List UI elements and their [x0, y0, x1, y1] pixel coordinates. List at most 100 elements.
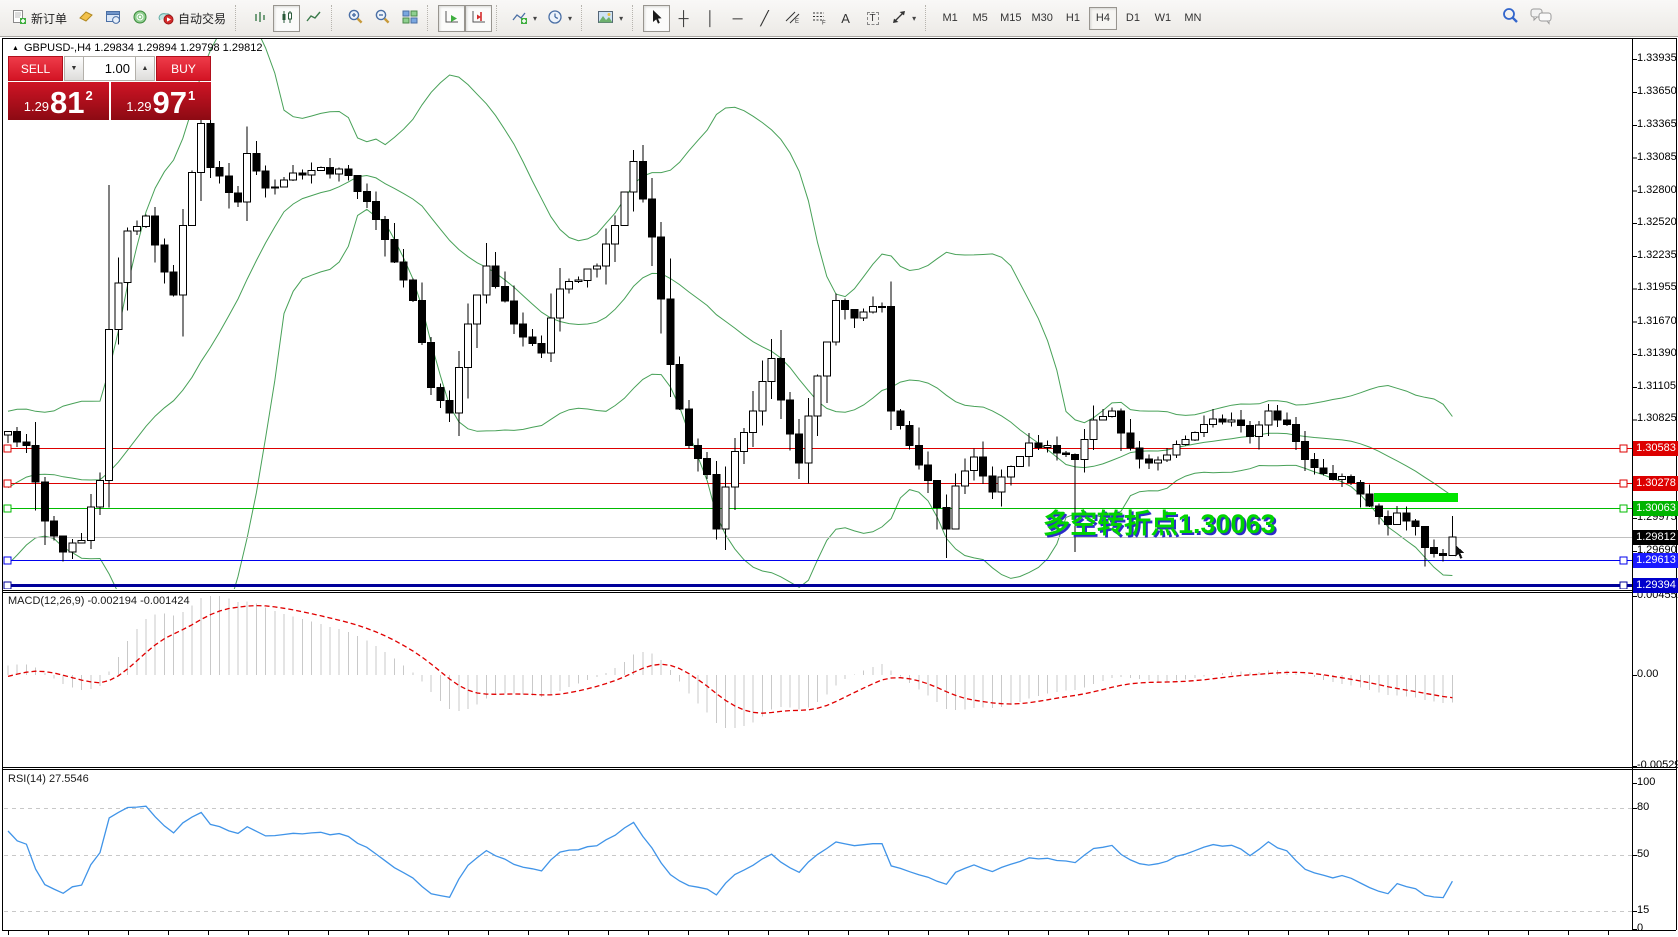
zoom-in-button[interactable]: [342, 5, 369, 32]
timeframe-button-d1[interactable]: D1: [1119, 7, 1147, 30]
buy-price-display[interactable]: 1.29 97 1: [111, 82, 212, 120]
timeframe-button-m15[interactable]: M15: [996, 7, 1025, 30]
cursor-icon: [649, 9, 664, 28]
chat-icon[interactable]: [1530, 7, 1552, 30]
line-chart-mode-button[interactable]: [300, 5, 327, 32]
toolbar-separator: [235, 5, 242, 31]
equidistant-channel-icon: E: [784, 9, 800, 28]
axis-tick-label: 0: [1637, 922, 1678, 935]
trendline-tool-button[interactable]: ╱: [751, 5, 778, 32]
periods-button[interactable]: ▾: [542, 5, 577, 32]
sell-price-display[interactable]: 1.29 81 2: [8, 82, 109, 120]
price-tag-label: 1.30278: [1633, 476, 1678, 491]
buy-button[interactable]: BUY: [156, 56, 211, 81]
fibonacci-tool-button[interactable]: F: [805, 5, 832, 32]
one-click-trading-panel: SELL ▼ 1.00 ▲ BUY 1.29 81 2 1.29 97 1: [8, 56, 211, 120]
timeframe-button-w1[interactable]: W1: [1149, 7, 1177, 30]
toolbar-separator: [925, 5, 932, 31]
rsi-indicator-label: RSI(14) 27.5546: [8, 773, 89, 785]
axis-tick-label: 1.32235: [1637, 249, 1678, 262]
toolbar-separator: [496, 5, 503, 31]
crosshair-icon: ┼: [679, 11, 689, 25]
volume-increase-button[interactable]: ▲: [135, 56, 155, 81]
cursor-tool-button[interactable]: [643, 5, 670, 32]
chart-symbol-label[interactable]: ▲ GBPUSD-,H4 1.29834 1.29894 1.29798 1.2…: [12, 42, 262, 54]
navigator-button[interactable]: [126, 5, 153, 32]
timeframe-button-h4[interactable]: H4: [1089, 7, 1117, 30]
tile-windows-button[interactable]: [396, 5, 423, 32]
axis-tick-label: 100: [1637, 776, 1678, 789]
autotrading-label: 自动交易: [178, 10, 226, 27]
autotrading-button[interactable]: 自动交易: [153, 5, 231, 32]
new-order-button[interactable]: 新订单: [6, 5, 72, 32]
text-tool-button[interactable]: A: [832, 5, 859, 32]
sell-price-point: 2: [86, 88, 93, 103]
auto-scroll-button[interactable]: [438, 5, 465, 32]
text-label-icon: T: [867, 12, 879, 25]
data-window-button[interactable]: [99, 5, 126, 32]
horizontal-line-tool-button[interactable]: ─: [724, 5, 751, 32]
sell-price-pips: 81: [50, 89, 84, 118]
trendline-icon: ╱: [760, 11, 768, 25]
window-icon: [105, 9, 121, 28]
market-watch-button[interactable]: [72, 5, 99, 32]
axis-tick-label: 50: [1637, 848, 1678, 861]
templates-button[interactable]: ▾: [592, 5, 628, 32]
vertical-line-tool-button[interactable]: │: [697, 5, 724, 32]
crosshair-tool-button[interactable]: ┼: [670, 5, 697, 32]
chevron-down-icon: ▾: [619, 14, 623, 23]
timeframe-button-h1[interactable]: H1: [1059, 7, 1087, 30]
buy-price-pips: 97: [153, 89, 187, 118]
zoom-in-icon: [347, 8, 364, 28]
vertical-line-icon: │: [706, 11, 715, 25]
toolbar-separator: [331, 5, 338, 31]
collapse-triangle-icon[interactable]: ▲: [12, 45, 19, 52]
text-label-tool-button[interactable]: T: [859, 5, 886, 32]
zoom-out-button[interactable]: [369, 5, 396, 32]
new-order-label: 新订单: [31, 10, 67, 27]
line-chart-icon: [306, 9, 322, 28]
search-icon[interactable]: [1501, 6, 1520, 30]
chevron-down-icon: ▾: [533, 14, 537, 23]
bar-chart-mode-button[interactable]: [246, 5, 273, 32]
axis-tick-label: 80: [1637, 801, 1678, 814]
chart-annotation-text: 多空转折点1.30063: [1043, 502, 1276, 541]
candlestick-mode-button[interactable]: [273, 5, 300, 32]
price-tag-label: 1.29394: [1633, 578, 1678, 593]
timeframe-button-mn[interactable]: MN: [1179, 7, 1207, 30]
price-tag-label: 1.29613: [1633, 553, 1678, 568]
buy-price-point: 1: [188, 88, 195, 103]
arrows-tool-button[interactable]: ▾: [886, 5, 921, 32]
timeframe-button-m5[interactable]: M5: [966, 7, 994, 30]
auto-scroll-icon: [444, 9, 460, 28]
volume-input[interactable]: 1.00: [84, 56, 135, 81]
sell-button[interactable]: SELL: [8, 56, 63, 81]
chart-shift-button[interactable]: [465, 5, 492, 32]
timeframe-button-m1[interactable]: M1: [936, 7, 964, 30]
new-order-icon: [11, 9, 27, 28]
indicators-button[interactable]: ▾: [507, 5, 542, 32]
arrows-icon: [891, 9, 907, 28]
buy-price-prefix: 1.29: [126, 99, 151, 114]
timeframe-button-m30[interactable]: M30: [1028, 7, 1057, 30]
horizontal-line-icon: ─: [733, 11, 743, 25]
fibonacci-icon: F: [811, 9, 827, 28]
chart-canvas[interactable]: [0, 0, 1678, 937]
indicators-icon: [512, 9, 528, 28]
radar-icon: [132, 9, 148, 28]
axis-tick-label: 1.31955: [1637, 281, 1678, 294]
zoom-out-icon: [374, 8, 391, 28]
svg-text:F: F: [822, 20, 826, 25]
timeframe-toolbar: M1M5M15M30H1H4D1W1MN: [936, 7, 1207, 30]
clock-icon: [547, 9, 563, 28]
text-icon: A: [841, 12, 850, 25]
macd-indicator-label: MACD(12,26,9) -0.002194 -0.001424: [8, 595, 190, 607]
sell-price-prefix: 1.29: [24, 99, 49, 114]
channel-tool-button[interactable]: E: [778, 5, 805, 32]
price-tag-label: 1.29812: [1633, 530, 1678, 545]
chart-shift-icon: [471, 9, 487, 28]
axis-tick-label: 1.32800: [1637, 184, 1678, 197]
autotrading-icon: [158, 9, 174, 28]
axis-tick-label: 1.33365: [1637, 118, 1678, 131]
volume-decrease-button[interactable]: ▼: [64, 56, 84, 81]
